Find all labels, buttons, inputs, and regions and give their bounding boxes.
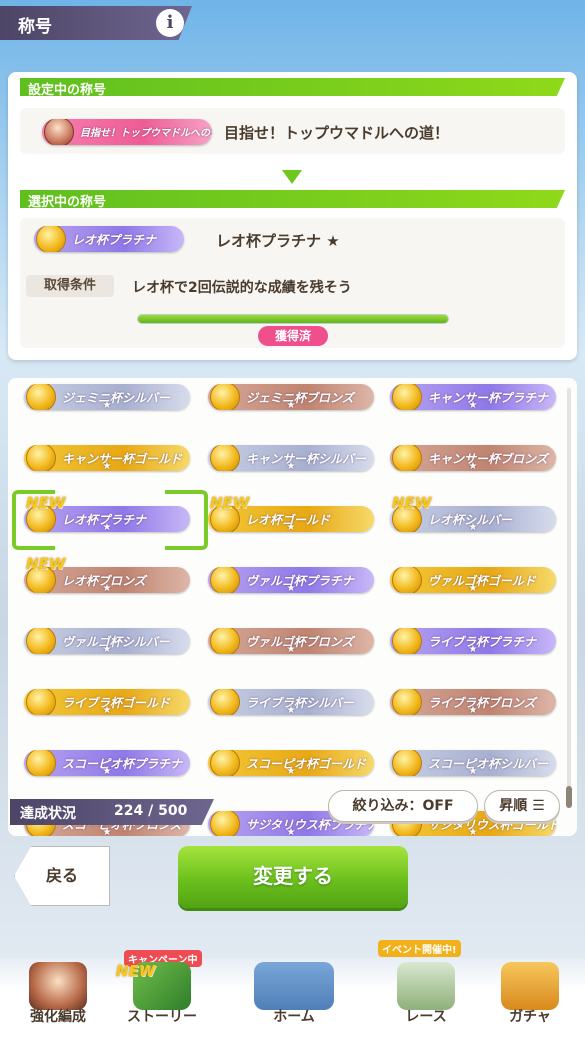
title-badge-item[interactable]: ライブラ杯シルバー ★: [208, 689, 374, 715]
star-icon: ★: [468, 827, 478, 836]
star-icon: ★: [102, 461, 112, 471]
title-badge-item[interactable]: スコーピオ杯ゴールド ★: [208, 750, 374, 776]
star-icon: ★: [286, 827, 296, 836]
nav-label-race: レース: [405, 1009, 447, 1025]
star-icon: ★: [468, 400, 478, 410]
current-badge-label: 目指せ！トップウマドルへの道！: [80, 128, 212, 139]
new-tag: NEW: [392, 494, 432, 512]
status-badge: 獲得済: [258, 326, 328, 346]
achievement-status-label: 達成状況: [20, 806, 76, 822]
nav-item-race[interactable]: イベント開催中! レース: [376, 940, 476, 1040]
sort-lines-icon: ☰: [532, 798, 545, 814]
nav-item-story[interactable]: キャンペーン中 NEW ストーリー: [112, 950, 212, 1040]
gacha-icon: [501, 962, 559, 1010]
nav-label-enhance: 強化編成: [30, 1009, 86, 1025]
selected-badge-label: レオ杯プラチナ: [72, 233, 157, 247]
bottom-nav: 強化編成 キャンペーン中 NEW ストーリー ホーム イベント開催中! レース …: [0, 940, 585, 1040]
star-icon: ★: [102, 766, 112, 776]
home-building-icon: [254, 962, 334, 1010]
character-portrait-icon: [44, 119, 74, 145]
character-icon: [29, 962, 87, 1010]
current-title-text: 目指せ！トップウマドルへの道！: [224, 124, 450, 142]
star-icon: ★: [102, 827, 112, 836]
star-icon: ★: [468, 705, 478, 715]
title-list[interactable]: ジェミニ杯シルバー ★ ジェミニ杯ブロンズ ★ キャンサー杯プラチナ ★ キャンサー杯ゴール…: [8, 378, 577, 836]
selected-title-badge: レオ杯プラチナ: [34, 226, 184, 252]
title-badge-item[interactable]: ライブラ杯ゴールド ★: [24, 689, 190, 715]
progress-fill: [138, 315, 448, 323]
info-icon[interactable]: i: [156, 9, 184, 37]
change-button[interactable]: 変更する: [178, 846, 408, 908]
new-tag: NEW: [116, 962, 156, 980]
star-icon: ★: [102, 705, 112, 715]
current-title-row: 目指せ！トップウマドルへの道！ 目指せ！トップウマドルへの道！: [20, 108, 565, 154]
medal-icon: [36, 226, 66, 252]
star-icon: ★: [286, 461, 296, 471]
star-icon: ★: [286, 705, 296, 715]
selected-title-text: レオ杯プラチナ ★: [216, 232, 340, 250]
title-badge-item[interactable]: ジェミニ杯シルバー ★: [24, 384, 190, 410]
star-icon: ★: [468, 766, 478, 776]
star-icon: ★: [102, 583, 112, 593]
selection-frame: [12, 490, 208, 550]
scrollbar[interactable]: [567, 388, 571, 808]
title-badge-item[interactable]: ヴァルゴ杯ゴールド ★: [390, 567, 556, 593]
title-badge-item[interactable]: キャンサー杯ゴールド ★: [24, 445, 190, 471]
star-icon: ★: [468, 522, 478, 532]
scrollbar-thumb[interactable]: [566, 786, 572, 808]
star-icon: ★: [468, 461, 478, 471]
progress-bar: [137, 314, 449, 324]
title-badge-item[interactable]: ヴァルゴ杯プラチナ ★: [208, 567, 374, 593]
selected-title-section-label: 選択中の称号: [20, 190, 565, 208]
nav-item-gacha[interactable]: ガチャ: [480, 958, 580, 1040]
title-badge-item[interactable]: キャンサー杯プラチナ ★: [390, 384, 556, 410]
sort-button[interactable]: 昇順 ☰: [484, 790, 560, 822]
current-title-section-label: 設定中の称号: [20, 78, 565, 96]
new-tag: NEW: [210, 494, 250, 512]
sort-label: 昇順: [499, 798, 528, 814]
star-icon: ★: [468, 644, 478, 654]
title-badge-item[interactable]: ライブラ杯ブロンズ ★: [390, 689, 556, 715]
title-badge-item[interactable]: ヴァルゴ杯シルバー ★: [24, 628, 190, 654]
title-badge-item[interactable]: ライブラ杯プラチナ ★: [390, 628, 556, 654]
condition-label: 取得条件: [26, 275, 114, 297]
title-badge-item[interactable]: ジェミニ杯ブロンズ ★: [208, 384, 374, 410]
event-badge: イベント開催中!: [378, 940, 461, 957]
nav-item-home[interactable]: ホーム: [232, 958, 356, 1040]
star-icon: ★: [286, 522, 296, 532]
race-gate-icon: [397, 962, 455, 1010]
star-icon: ★: [102, 400, 112, 410]
condition-text: レオ杯で2回伝説的な成績を残そう: [132, 280, 352, 296]
nav-item-enhance[interactable]: 強化編成: [8, 958, 108, 1040]
title-badge-item[interactable]: キャンサー杯シルバー ★: [208, 445, 374, 471]
star-icon: ★: [286, 766, 296, 776]
nav-label-gacha: ガチャ: [509, 1009, 551, 1025]
nav-label-story: ストーリー: [127, 1009, 197, 1025]
star-icon: ★: [468, 583, 478, 593]
title-badge-item[interactable]: スコーピオ杯プラチナ ★: [24, 750, 190, 776]
new-tag: NEW: [26, 555, 66, 573]
back-button[interactable]: 戻る: [14, 846, 110, 906]
title-badge-item[interactable]: スコーピオ杯シルバー ★: [390, 750, 556, 776]
star-icon: ★: [286, 644, 296, 654]
title-badge-item[interactable]: ヴァルゴ杯ブロンズ ★: [208, 628, 374, 654]
filter-button[interactable]: 絞り込み：OFF: [328, 790, 478, 822]
achievement-status: 達成状況 224 / 500: [10, 799, 214, 825]
arrow-down-icon: [282, 170, 302, 184]
star-icon: ★: [286, 400, 296, 410]
star-icon: ★: [286, 583, 296, 593]
title-badge-item[interactable]: キャンサー杯ブロンズ ★: [390, 445, 556, 471]
nav-label-home: ホーム: [273, 1009, 315, 1025]
star-icon: ★: [102, 644, 112, 654]
current-title-badge: 目指せ！トップウマドルへの道！: [42, 119, 212, 145]
achievement-status-value: 224 / 500: [114, 803, 188, 819]
